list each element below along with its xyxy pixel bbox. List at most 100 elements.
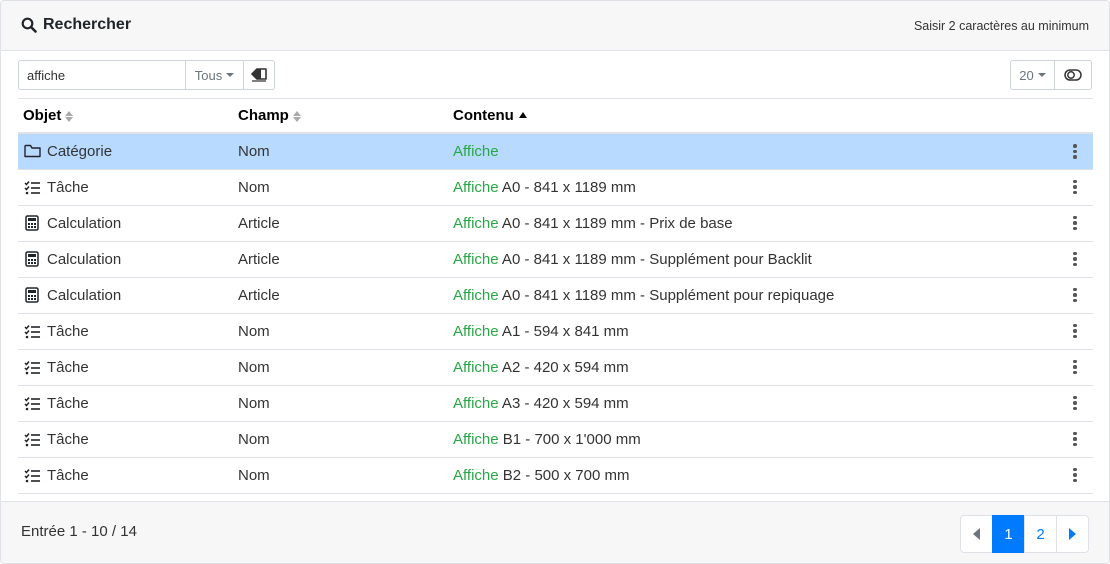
table-row[interactable]: Tâche Nom Affiche A2 - 420 x 594 mm — [18, 349, 1093, 386]
cell-objet: Calculation — [18, 277, 233, 314]
page-size-dropdown[interactable]: 20 — [1010, 60, 1055, 90]
objet-label: Calculation — [47, 214, 122, 232]
table-header-row: Objet Champ Contenu — [18, 99, 1093, 134]
content-rest: A0 - 841 x 1189 mm - Supplément pour Bac… — [498, 250, 812, 268]
cell-champ: Article — [233, 241, 448, 278]
column-header-contenu[interactable]: Contenu — [448, 99, 1048, 134]
more-vertical-icon[interactable] — [1065, 251, 1085, 268]
content-rest: A0 - 841 x 1189 mm - Supplément pour rep… — [498, 286, 835, 304]
filter-label: Tous — [194, 67, 223, 83]
more-vertical-icon[interactable] — [1065, 359, 1085, 376]
calculator-icon — [23, 214, 41, 232]
table-row[interactable]: Tâche Nom Affiche B1 - 700 x 1'000 mm — [18, 421, 1093, 458]
cell-actions — [1048, 169, 1093, 206]
cell-actions — [1048, 457, 1093, 494]
card-footer: Entrée 1 - 10 / 14 1 2 — [1, 501, 1109, 563]
cell-objet: Tâche — [18, 421, 233, 458]
match-highlight: Affiche — [453, 358, 499, 376]
sort-icon — [65, 110, 74, 122]
cell-objet: Tâche — [18, 169, 233, 206]
task-list-icon — [23, 322, 41, 340]
table-options: 20 — [1010, 60, 1092, 90]
cell-objet: Calculation — [18, 241, 233, 278]
next-page-button[interactable] — [1056, 515, 1089, 553]
cell-champ: Nom — [233, 457, 448, 494]
column-header-champ[interactable]: Champ — [233, 99, 448, 134]
prev-page-button[interactable] — [960, 515, 993, 553]
cell-objet: Tâche — [18, 349, 233, 386]
more-vertical-icon[interactable] — [1065, 431, 1085, 448]
cell-contenu: Affiche B2 - 500 x 700 mm — [448, 457, 1048, 494]
chevron-down-icon — [1037, 73, 1046, 77]
task-list-icon — [23, 430, 41, 448]
cell-contenu: Affiche A2 - 420 x 594 mm — [448, 349, 1048, 386]
page-2-button[interactable]: 2 — [1024, 515, 1057, 553]
match-highlight: Affiche — [453, 214, 499, 232]
cell-champ: Nom — [233, 385, 448, 422]
table-row[interactable]: Tâche Nom Affiche A1 - 594 x 841 mm — [18, 313, 1093, 350]
sort-asc-icon — [518, 111, 527, 118]
table-row[interactable]: Calculation Article Affiche A0 - 841 x 118… — [18, 241, 1093, 278]
entries-info: Entrée 1 - 10 / 14 — [21, 523, 137, 540]
objet-label: Tâche — [47, 178, 89, 196]
more-vertical-icon[interactable] — [1065, 179, 1085, 196]
task-list-icon — [23, 178, 41, 196]
search-hint: Saisir 2 caractères au minimum — [913, 19, 1089, 33]
match-highlight: Affiche — [453, 394, 499, 412]
sort-icon — [292, 110, 301, 122]
eraser-icon — [251, 68, 267, 82]
match-highlight: Affiche — [453, 250, 499, 268]
objet-label: Calculation — [47, 250, 122, 268]
more-vertical-icon[interactable] — [1065, 287, 1085, 304]
cell-objet: Tâche — [18, 457, 233, 494]
pagination: 1 2 — [960, 515, 1089, 553]
search-icon — [21, 17, 37, 33]
clear-button[interactable] — [244, 60, 275, 90]
cell-actions — [1048, 421, 1093, 458]
calculator-icon — [23, 250, 41, 268]
table-row[interactable]: Calculation Article Affiche A0 - 841 x 118… — [18, 205, 1093, 242]
cell-objet: Tâche — [18, 313, 233, 350]
more-vertical-icon[interactable] — [1065, 143, 1085, 160]
caret-right-icon — [1069, 528, 1076, 540]
content-rest: A0 - 841 x 1189 mm — [498, 178, 636, 196]
cell-champ: Article — [233, 205, 448, 242]
cell-actions — [1048, 313, 1093, 350]
more-vertical-icon[interactable] — [1065, 395, 1085, 412]
results-table: Objet Champ Contenu Catégorie Nom Affiche T… — [18, 99, 1093, 494]
objet-label: Calculation — [47, 286, 122, 304]
table-row[interactable]: Tâche Nom Affiche A3 - 420 x 594 mm — [18, 385, 1093, 422]
match-highlight: Affiche — [453, 286, 499, 304]
search-input[interactable] — [18, 60, 186, 90]
header-title-text: Rechercher — [43, 16, 132, 33]
objet-label: Tâche — [47, 466, 89, 484]
page-1-button[interactable]: 1 — [992, 515, 1025, 553]
table-row[interactable]: Calculation Article Affiche A0 - 841 x 118… — [18, 277, 1093, 314]
more-vertical-icon[interactable] — [1065, 323, 1085, 340]
content-rest: A3 - 420 x 594 mm — [498, 394, 629, 412]
cell-contenu: Affiche A1 - 594 x 841 mm — [448, 313, 1048, 350]
objet-label: Tâche — [47, 358, 89, 376]
filter-dropdown[interactable]: Tous — [186, 60, 244, 90]
task-list-icon — [23, 358, 41, 376]
objet-label: Tâche — [47, 430, 89, 448]
table-row[interactable]: Tâche Nom Affiche B2 - 500 x 700 mm — [18, 457, 1093, 494]
content-rest: B1 - 700 x 1'000 mm — [498, 430, 641, 448]
toggle-columns-button[interactable] — [1055, 60, 1092, 90]
cell-objet: Tâche — [18, 385, 233, 422]
chevron-down-icon — [226, 73, 235, 77]
cell-actions — [1048, 133, 1093, 170]
column-header-objet[interactable]: Objet — [18, 99, 233, 134]
table-row[interactable]: Tâche Nom Affiche A0 - 841 x 1189 mm — [18, 169, 1093, 206]
content-rest: A2 - 420 x 594 mm — [498, 358, 629, 376]
toggle-icon — [1064, 69, 1082, 81]
match-highlight: Affiche — [453, 178, 499, 196]
table-row[interactable]: Catégorie Nom Affiche — [18, 133, 1093, 170]
match-highlight: Affiche — [453, 466, 499, 484]
cell-champ: Nom — [233, 313, 448, 350]
cell-actions — [1048, 205, 1093, 242]
more-vertical-icon[interactable] — [1065, 215, 1085, 232]
more-vertical-icon[interactable] — [1065, 467, 1085, 484]
cell-champ: Nom — [233, 421, 448, 458]
cell-objet: Catégorie — [18, 133, 233, 170]
